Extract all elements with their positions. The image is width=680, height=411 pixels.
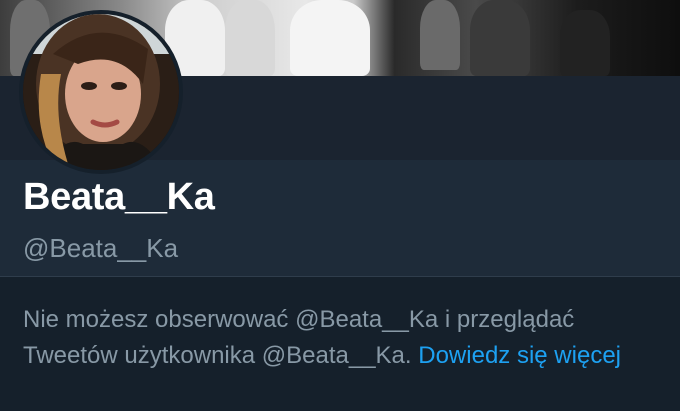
profile-avatar[interactable]	[19, 10, 183, 174]
divider	[0, 276, 680, 277]
learn-more-link[interactable]: Dowiedz się więcej	[418, 342, 621, 369]
username-handle: @Beata__Ka	[23, 233, 179, 263]
avatar-photo	[23, 14, 179, 170]
blocked-notice: Nie możesz obserwować @Beata__Ka i przeg…	[23, 302, 663, 374]
display-name: Beata__Ka	[23, 176, 215, 218]
